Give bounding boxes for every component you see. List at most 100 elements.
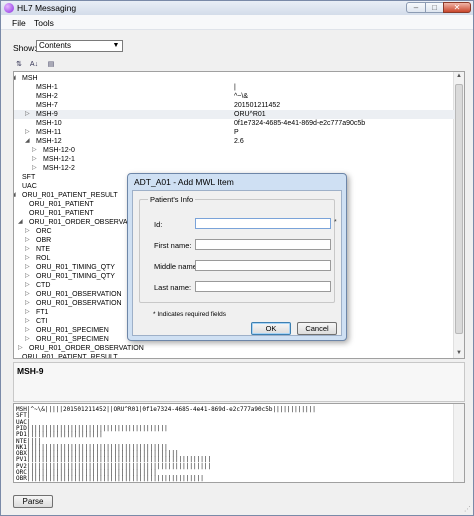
- tree-row-label: ORU_R01_PATIENT_RESULT: [22, 192, 118, 199]
- minimize-button[interactable]: –: [406, 2, 426, 13]
- collapse-icon[interactable]: ◢: [18, 218, 23, 227]
- group-label: Patient's Info: [148, 195, 196, 204]
- collapse-icon[interactable]: ◢: [14, 191, 16, 200]
- add-mwl-dialog: ADT_A01 - Add MWL Item Patient's Info Id…: [127, 173, 347, 341]
- tree-row-value: ORU^R01: [234, 111, 266, 118]
- tree-row-label: FT1: [36, 309, 49, 316]
- tree-row[interactable]: MSH-7 201501211452: [14, 101, 455, 110]
- tree-row[interactable]: ◢ MSH-12 2.6: [14, 137, 455, 146]
- expand-icon[interactable]: ▷: [32, 164, 37, 173]
- info-panel: MSH-9: [13, 362, 465, 402]
- tree-row-label: MSH-1: [36, 84, 58, 91]
- expand-icon[interactable]: ▷: [25, 272, 30, 281]
- view-icon[interactable]: ▤: [45, 59, 57, 70]
- resize-grip-icon[interactable]: ⋰: [464, 505, 471, 513]
- tree-row-label: ORU_R01_SPECIMEN: [36, 336, 109, 343]
- tree-row-value: |: [234, 84, 236, 91]
- tree-row-label: MSH-12: [36, 138, 62, 145]
- tree-row[interactable]: ◢ MSH: [14, 74, 455, 83]
- scroll-thumb[interactable]: [455, 84, 463, 334]
- tree-row[interactable]: ▷ MSH-9 ORU^R01: [14, 110, 455, 119]
- tree-row-label: MSH-12-1: [43, 156, 75, 163]
- expand-icon[interactable]: ▷: [25, 281, 30, 290]
- tree-row-label: MSH-9: [36, 111, 58, 118]
- tree-row[interactable]: ▷ MSH-12-2: [14, 164, 455, 173]
- tree-row[interactable]: MSH-1 |: [14, 83, 455, 92]
- expand-icon[interactable]: ▷: [25, 236, 30, 245]
- title-bar: HL7 Messaging – □ ✕: [1, 1, 473, 15]
- tree-row-label: ORU_R01_ORDER_OBSERVATION: [29, 345, 144, 352]
- menu-file[interactable]: File: [12, 18, 26, 28]
- last-name-field[interactable]: [195, 281, 331, 292]
- required-note: * Indicates required fields: [153, 311, 226, 318]
- expand-icon[interactable]: ▷: [25, 254, 30, 263]
- cancel-button[interactable]: Cancel: [297, 322, 337, 335]
- window-title: HL7 Messaging: [17, 3, 77, 13]
- tree-row-label: ORU_R01_SPECIMEN: [36, 327, 109, 334]
- sort-icon[interactable]: ⇅: [13, 59, 25, 70]
- parse-button[interactable]: Parse: [13, 495, 53, 508]
- collapse-icon[interactable]: ◢: [25, 137, 30, 146]
- tree-row-label: ORU_R01_TIMING_QTY: [36, 273, 115, 280]
- expand-icon[interactable]: ▷: [25, 326, 30, 335]
- raw-scrollbar[interactable]: [453, 404, 464, 482]
- main-window: HL7 Messaging – □ ✕ File Tools Show: Con…: [0, 0, 474, 516]
- expand-icon[interactable]: ▷: [25, 227, 30, 236]
- scroll-up-icon[interactable]: ▲: [455, 72, 463, 81]
- middle-name-field[interactable]: [195, 260, 331, 271]
- ok-button[interactable]: OK: [251, 322, 291, 335]
- expand-icon[interactable]: ▷: [32, 146, 37, 155]
- alpha-sort-icon[interactable]: A↓: [28, 59, 40, 70]
- app-icon: [4, 3, 14, 13]
- collapse-icon[interactable]: ◢: [14, 74, 16, 83]
- tree-row-label: OBR: [36, 237, 52, 244]
- expand-icon[interactable]: ▷: [25, 317, 30, 326]
- maximize-button[interactable]: □: [425, 2, 444, 13]
- close-button[interactable]: ✕: [443, 2, 471, 13]
- expand-icon[interactable]: ▷: [18, 344, 23, 353]
- tree-row[interactable]: ORU_R01_PATIENT_RESULT: [14, 353, 455, 359]
- dialog-body: Patient's Info Id: * First name: Middle …: [132, 190, 342, 336]
- tree-row-label: ROL: [36, 255, 51, 262]
- tree-row-value: ^~\&: [234, 93, 248, 100]
- last-name-label: Last name:: [154, 283, 192, 292]
- expand-icon[interactable]: ▷: [25, 308, 30, 317]
- expand-icon[interactable]: ▷: [25, 245, 30, 254]
- expand-icon[interactable]: ▷: [25, 128, 30, 137]
- tree-row-value: P: [234, 129, 239, 136]
- tree-row-label: MSH-12-2: [43, 165, 75, 172]
- tree-row[interactable]: MSH-2 ^~\&: [14, 92, 455, 101]
- tree-row-label: MSH-10: [36, 120, 62, 127]
- tree-row-label: ORU_R01_PATIENT_RESULT: [22, 354, 118, 359]
- expand-icon[interactable]: ▷: [25, 110, 30, 119]
- expand-icon[interactable]: ▷: [25, 299, 30, 308]
- tree-row-label: ORU_R01_OBSERVATION: [36, 291, 122, 298]
- show-select[interactable]: Contents ▼: [36, 40, 123, 52]
- scroll-down-icon[interactable]: ▼: [455, 349, 463, 358]
- menu-tools[interactable]: Tools: [34, 18, 54, 28]
- tree-row-label: SFT: [22, 174, 36, 181]
- expand-icon[interactable]: ▷: [25, 290, 30, 299]
- expand-icon[interactable]: ▷: [25, 263, 30, 272]
- expand-icon[interactable]: ▷: [32, 155, 37, 164]
- raw-segment-line: MSH|^~\&|||||201501211452||ORU^R01|0f1e7…: [16, 406, 316, 413]
- patient-info-group: Patient's Info Id: * First name: Middle …: [139, 195, 337, 303]
- tree-row[interactable]: ▷ MSH-12-1: [14, 155, 455, 164]
- tree-row-label: ORU_R01_OBSERVATION: [36, 300, 122, 307]
- tree-row[interactable]: ▷ MSH-12-0: [14, 146, 455, 155]
- chevron-down-icon: ▼: [112, 42, 120, 49]
- tree-row-label: MSH: [22, 75, 38, 82]
- tree-row-label: MSH-12-0: [43, 147, 75, 154]
- first-name-field[interactable]: [195, 239, 331, 250]
- tree-row[interactable]: ▷ ORU_R01_ORDER_OBSERVATION: [14, 344, 455, 353]
- id-label: Id:: [154, 220, 163, 229]
- tree-row[interactable]: MSH-10 0f1e7324-4685-4e41-869d-e2c777a90c…: [14, 119, 455, 128]
- selected-node-title: MSH-9: [17, 366, 44, 376]
- raw-message-view[interactable]: MSH|^~\&|||||201501211452||ORU^R01|0f1e7…: [13, 403, 465, 483]
- id-field[interactable]: [195, 218, 331, 229]
- tree-row[interactable]: ▷ MSH-11 P: [14, 128, 455, 137]
- dialog-title: ADT_A01 - Add MWL Item: [134, 177, 234, 187]
- expand-icon[interactable]: ▷: [25, 335, 30, 344]
- show-label: Show:: [13, 43, 37, 53]
- tree-row-label: NTE: [36, 246, 50, 253]
